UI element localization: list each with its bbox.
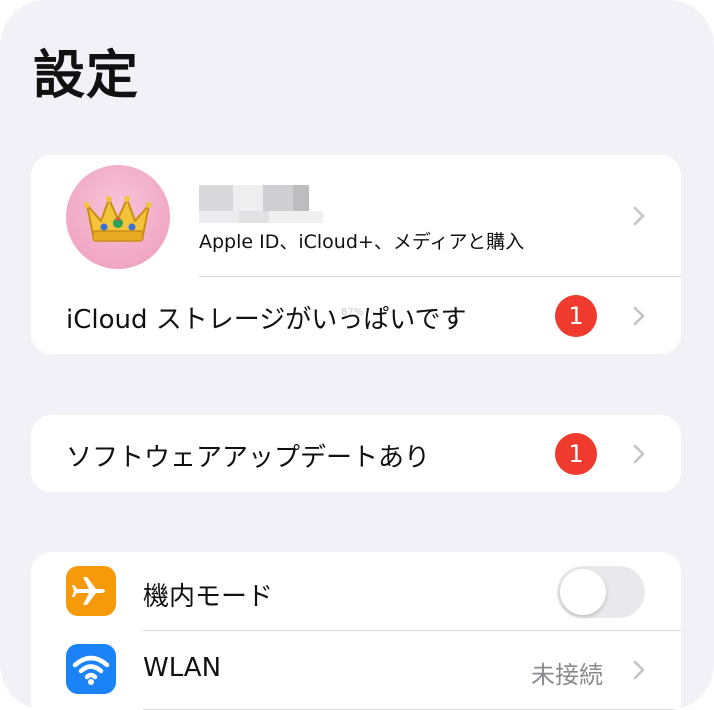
account-group: Apple ID、iCloud+、メディアと購入 iCloud ストレージがいっ… <box>31 155 681 354</box>
wlan-row[interactable]: WLAN 未接続 <box>31 631 681 710</box>
chevron-right-icon <box>633 306 645 326</box>
wlan-label: WLAN <box>143 653 222 683</box>
airplane-mode-label: 機内モード <box>143 582 274 612</box>
software-update-label: ソフトウェアアップデートあり <box>66 443 431 473</box>
wifi-icon-tile <box>66 644 116 694</box>
icloud-storage-row[interactable]: iCloud ストレージがいっぱいです 87% 1 <box>31 277 681 354</box>
airplane-icon-tile <box>66 566 116 616</box>
account-subtitle: Apple ID、iCloud+、メディアと購入 <box>199 231 525 253</box>
wlan-status-value: 未接続 <box>531 661 603 689</box>
settings-screen: 設定 Apple ID、iCloud+、メディアと購入 iCloud ストレージ… <box>0 0 714 710</box>
airplane-mode-toggle[interactable] <box>557 566 645 618</box>
page-title: 設定 <box>33 46 140 106</box>
apple-id-row[interactable]: Apple ID、iCloud+、メディアと購入 <box>31 155 681 277</box>
chevron-right-icon <box>633 444 645 464</box>
toggle-knob <box>560 569 606 615</box>
notification-badge: 1 <box>555 433 597 475</box>
avatar <box>66 165 170 269</box>
software-update-row[interactable]: ソフトウェアアップデートあり 1 <box>31 415 681 492</box>
icloud-storage-label: iCloud ストレージがいっぱいです <box>66 305 467 335</box>
airplane-mode-row: 機内モード <box>31 552 681 631</box>
wifi-icon <box>72 655 110 685</box>
crown-icon <box>84 196 152 242</box>
chevron-right-icon <box>633 660 645 680</box>
airplane-icon <box>72 577 105 605</box>
software-update-group: ソフトウェアアップデートあり 1 <box>31 415 681 492</box>
chevron-right-icon <box>633 206 645 226</box>
account-name-redacted <box>199 185 323 223</box>
network-group: 機内モード WLAN 未接続 <box>31 552 681 710</box>
notification-badge: 1 <box>555 295 597 337</box>
overlay-percentage: 87% <box>341 307 364 318</box>
